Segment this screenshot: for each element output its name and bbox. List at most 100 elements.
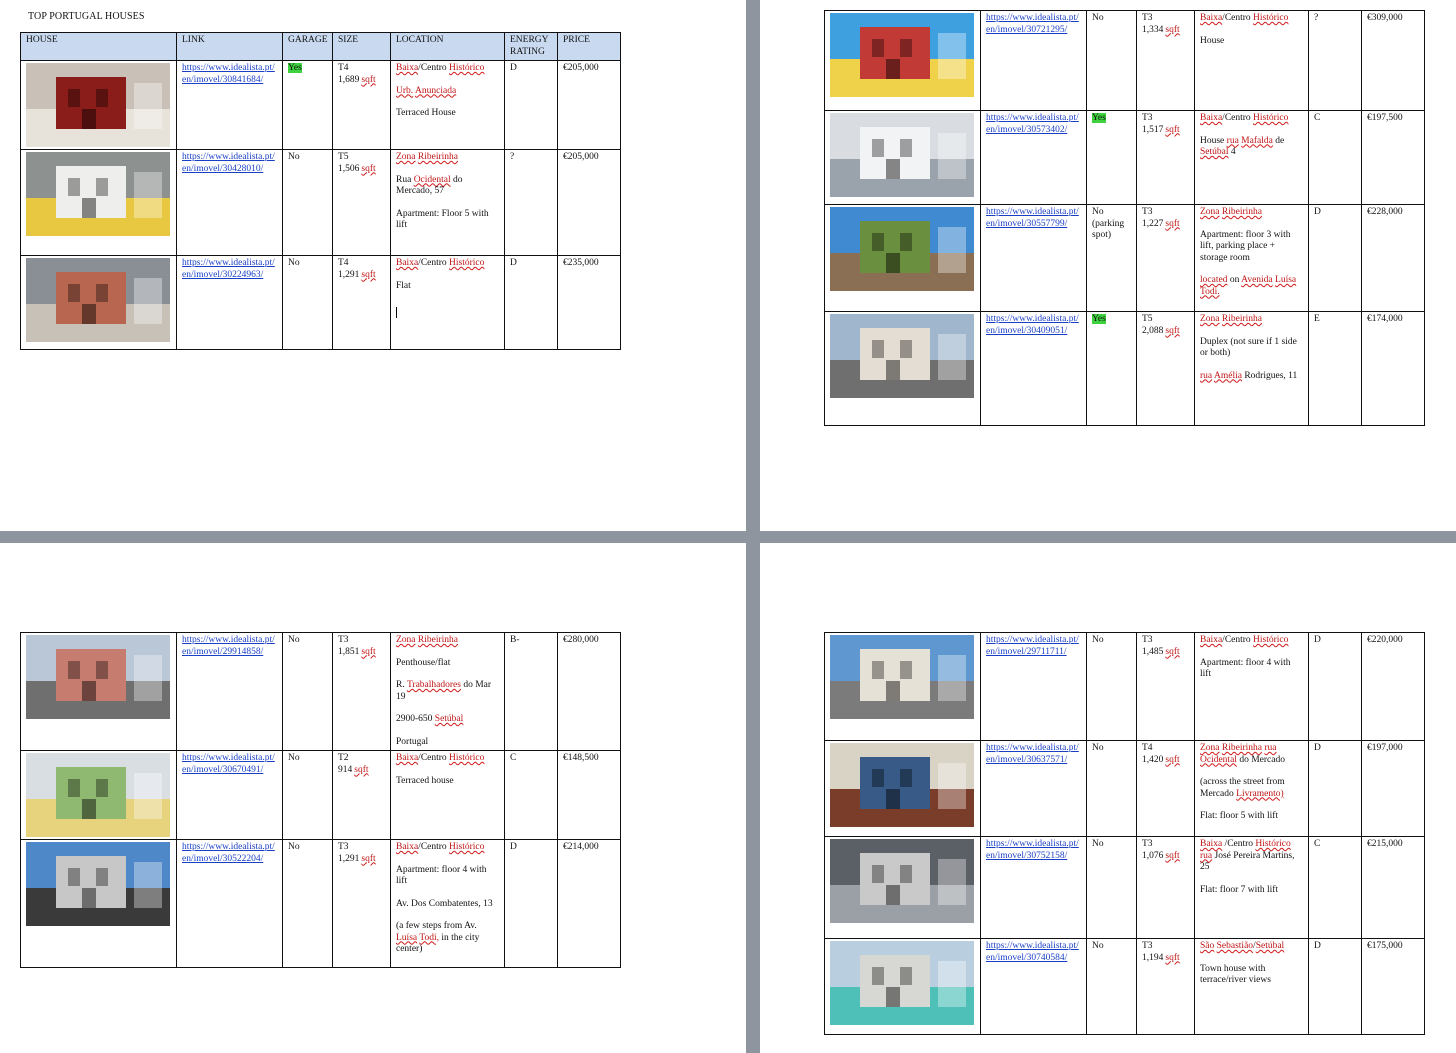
location-line: Penthouse/flat <box>396 657 451 668</box>
house-photo-cell <box>824 204 981 312</box>
house-photo[interactable] <box>830 839 974 923</box>
listing-link[interactable]: https://www.idealista.pt/en/imovel/30557… <box>986 207 1081 230</box>
size-type: T3 <box>1142 635 1153 645</box>
spellcheck-word: located <box>1200 275 1228 285</box>
size-area: 1,506 <box>338 163 360 174</box>
link-cell: https://www.idealista.pt/en/imovel/29711… <box>980 632 1087 741</box>
size-cell: T3 1,291 sqft <box>332 839 391 968</box>
energy-cell: D <box>1308 632 1362 741</box>
price-cell: €280,000 <box>557 632 621 751</box>
house-photo[interactable] <box>26 152 170 236</box>
size-unit: sqft <box>1165 124 1180 135</box>
house-photo-cell <box>824 632 981 741</box>
location-line: rua Amélia Rodrigues, 11 <box>1200 370 1298 381</box>
house-photo-cell <box>20 632 177 751</box>
spellcheck-word: Histórico <box>449 842 485 852</box>
size-unit: sqft <box>1165 646 1180 657</box>
house-photo-cell <box>824 836 981 939</box>
link-cell: https://www.idealista.pt/en/imovel/30428… <box>176 149 283 256</box>
location-line: Zona Ribeirinha <box>1200 314 1303 326</box>
garage-value: No <box>1092 635 1104 645</box>
size-unit: sqft <box>361 853 376 864</box>
price-cell: €174,000 <box>1361 311 1425 426</box>
listing-link[interactable]: https://www.idealista.pt/en/imovel/30670… <box>182 753 277 776</box>
house-photo-cell <box>20 750 177 840</box>
spellcheck-word: Ribeirinha <box>417 635 459 645</box>
spellcheck-word: rua <box>1200 370 1213 381</box>
location-line: Zona Ribeirinha <box>1200 207 1303 219</box>
table-row: https://www.idealista.pt/en/imovel/30670… <box>20 750 621 840</box>
energy-rating: D <box>510 258 517 268</box>
spellcheck-word: Zona <box>1200 743 1220 753</box>
location-cell: Baixa/Centro Histórico Flat <box>390 255 505 350</box>
spellcheck-word: Histórico <box>1253 13 1289 23</box>
house-photo[interactable] <box>26 753 170 837</box>
size-type: T3 <box>1142 113 1153 123</box>
house-photo[interactable] <box>830 113 974 197</box>
location-line: Zona Ribeirinha <box>396 152 499 164</box>
location-line: Town house with terrace/river views <box>1200 963 1271 986</box>
house-photo[interactable] <box>830 207 974 291</box>
listing-link[interactable]: https://www.idealista.pt/en/imovel/30522… <box>182 842 277 865</box>
listing-link[interactable]: https://www.idealista.pt/en/imovel/30428… <box>182 152 277 175</box>
house-photo[interactable] <box>26 842 170 926</box>
energy-cell: B- <box>504 632 558 751</box>
house-photo[interactable] <box>26 635 170 719</box>
spellcheck-word: Avenida <box>1241 275 1273 285</box>
price-value: €205,000 <box>563 152 599 162</box>
house-photo[interactable] <box>830 13 974 97</box>
spellcheck-word: Zona <box>1200 314 1220 324</box>
page-1: TOP PORTUGAL HOUSES HOUSE LINK GARAGE SI… <box>0 0 746 531</box>
garage-cell: Yes <box>1086 110 1137 205</box>
price-cell: €205,000 <box>557 60 621 150</box>
location-line: Baixa/Centro Histórico <box>1200 635 1289 645</box>
energy-rating: B- <box>510 635 520 645</box>
listing-link[interactable]: https://www.idealista.pt/en/imovel/30721… <box>986 13 1081 36</box>
energy-cell: D <box>1308 204 1362 312</box>
house-photo[interactable] <box>830 941 974 1025</box>
listing-link[interactable]: https://www.idealista.pt/en/imovel/29711… <box>986 635 1081 658</box>
energy-rating: D <box>1314 743 1321 753</box>
price-cell: €235,000 <box>557 255 621 350</box>
listing-link[interactable]: https://www.idealista.pt/en/imovel/30752… <box>986 839 1081 862</box>
size-type: T5 <box>338 152 349 162</box>
price-value: €175,000 <box>1367 941 1403 951</box>
house-photo-cell <box>824 938 981 1035</box>
listing-link[interactable]: https://www.idealista.pt/en/imovel/30841… <box>182 63 277 86</box>
size-area: 914 <box>338 764 353 775</box>
size-area: 1,194 <box>1142 952 1164 963</box>
size-type: T3 <box>338 842 349 852</box>
size-type: T3 <box>1142 13 1153 23</box>
spellcheck-word: Histórico <box>449 258 485 268</box>
house-photo[interactable] <box>26 63 170 147</box>
spellcheck-word: Mafalda <box>1241 135 1273 146</box>
listing-link[interactable]: https://www.idealista.pt/en/imovel/30409… <box>986 314 1081 337</box>
price-value: €148,500 <box>563 753 599 763</box>
location-line: Terraced House <box>396 108 456 118</box>
house-photo[interactable] <box>830 743 974 827</box>
location-line: located on Avenida Luísa Todi. <box>1200 275 1297 297</box>
spellcheck-word: rua <box>1200 850 1213 861</box>
house-photo[interactable] <box>830 635 974 719</box>
location-cell: Zona Ribeirinha Rua Ocidental do Mercado,… <box>390 149 505 256</box>
listing-link[interactable]: https://www.idealista.pt/en/imovel/30224… <box>182 258 277 281</box>
energy-rating: C <box>1314 113 1321 123</box>
location-line: (a few steps from Av. Luísa Todi, in the… <box>396 921 480 954</box>
listing-link[interactable]: https://www.idealista.pt/en/imovel/30637… <box>986 743 1081 766</box>
size-type: T2 <box>338 753 349 763</box>
spellcheck-word: Baixa <box>396 63 419 73</box>
listing-link[interactable]: https://www.idealista.pt/en/imovel/30573… <box>986 113 1081 136</box>
listing-link[interactable]: https://www.idealista.pt/en/imovel/30740… <box>986 941 1081 964</box>
energy-rating: D <box>1314 941 1321 951</box>
listing-link[interactable]: https://www.idealista.pt/en/imovel/29914… <box>182 635 277 658</box>
spellcheck-word: Ribeirinha <box>1221 743 1263 753</box>
size-unit: sqft <box>354 764 369 775</box>
house-photo-cell <box>824 740 981 837</box>
garage-cell: No <box>1086 938 1137 1035</box>
house-photo[interactable] <box>26 258 170 342</box>
house-photo[interactable] <box>830 314 974 398</box>
spellcheck-word: rua <box>1264 743 1277 753</box>
location-line: Baixa/Centro Histórico <box>1200 13 1289 23</box>
header-link: LINK <box>176 32 283 61</box>
size-type: T4 <box>338 258 349 268</box>
